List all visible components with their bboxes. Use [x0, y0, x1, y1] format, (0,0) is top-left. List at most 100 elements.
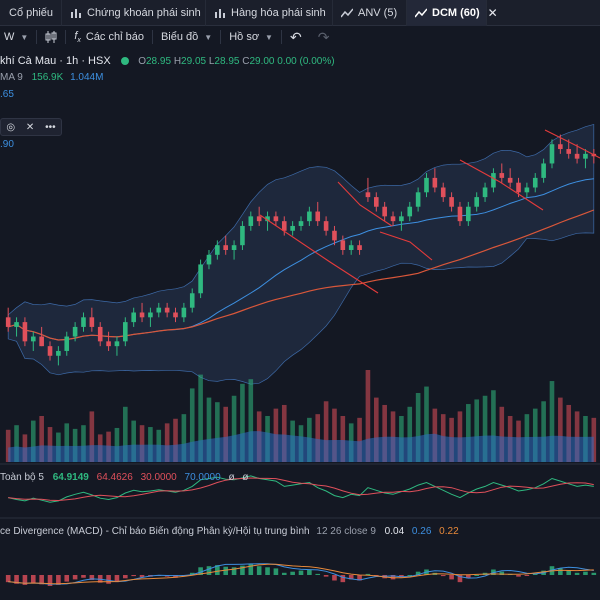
rsi-extra-2: ø	[242, 472, 249, 483]
rsi-extra-1: ø	[228, 472, 235, 483]
macd-signal-value: 0.22	[439, 526, 459, 537]
candle-body	[457, 206, 463, 222]
market-status-indicator	[121, 57, 130, 66]
macd-histogram-bar	[123, 575, 128, 579]
ohlc-legend: khí Cà Mau · 1h · HSX O28.95 H29.05 L28.…	[0, 55, 335, 67]
candle-body	[307, 211, 312, 222]
target-icon[interactable]: ◎	[6, 122, 15, 133]
macd-line-value: 0.26	[411, 526, 432, 537]
macd-histogram-bar	[558, 568, 563, 575]
candle-body	[583, 153, 588, 159]
low-value: 28.95	[214, 56, 240, 67]
candle-body	[348, 245, 354, 250]
candle-body	[432, 177, 438, 188]
drawing-tools[interactable]: ◎ ✕ •••	[0, 118, 62, 136]
close-value: 29.00	[249, 56, 275, 67]
candle-body	[56, 350, 61, 356]
candle-body	[558, 144, 563, 150]
macd-histogram-bar	[449, 575, 454, 580]
candle-body	[256, 216, 262, 222]
candle-body	[47, 346, 53, 356]
volume-ma-value: 1.044M	[70, 72, 104, 83]
ma-label: MA 9	[0, 72, 23, 83]
candle-body	[156, 307, 162, 313]
candle-body	[206, 254, 212, 265]
candle-body	[499, 173, 505, 178]
candle-body	[332, 230, 337, 241]
candle-body	[516, 182, 521, 193]
candle-body	[81, 317, 86, 327]
close-icon[interactable]: ✕	[26, 122, 34, 133]
candle-body	[574, 153, 580, 159]
macd-histogram-bar	[574, 572, 580, 575]
change-value: 0.00 (0.00%)	[277, 56, 335, 67]
macd-histogram-bar	[323, 575, 329, 577]
macd-histogram-bar	[516, 575, 521, 577]
price-chart[interactable]	[0, 0, 600, 600]
candle-body	[5, 317, 11, 327]
macd-params: 12 26 close 9	[316, 526, 376, 537]
candle-body	[323, 221, 329, 231]
candle-body	[30, 336, 36, 342]
candle-body	[482, 187, 488, 198]
candle-body	[424, 177, 429, 193]
macd-histogram-bar	[64, 575, 70, 582]
candle-body	[298, 221, 304, 226]
macd-histogram-bar	[106, 575, 111, 584]
price-label: .65	[0, 89, 14, 100]
symbol-title: khí Cà Mau · 1h · HSX	[0, 55, 111, 67]
candle-body	[290, 225, 295, 231]
rsi-value: 64.9149	[52, 472, 89, 483]
candle-body	[549, 144, 555, 164]
candle-body	[507, 177, 513, 183]
candle-body	[22, 322, 28, 342]
rsi-legend: Toàn bộ 5 64.9149 64.4626 30.0000 70.000…	[0, 472, 248, 483]
macd-histogram-bar	[5, 575, 11, 583]
candle-body	[466, 206, 471, 222]
candle-body	[541, 163, 546, 178]
macd-histogram-bar	[298, 570, 304, 575]
rsi-lower-band: 30.0000	[140, 472, 177, 483]
candle-body	[407, 206, 413, 217]
candle-body	[131, 312, 136, 323]
candle-body	[139, 312, 145, 318]
candle-body	[39, 336, 44, 347]
high-value: 29.05	[181, 56, 207, 67]
candle-body	[223, 245, 229, 250]
candle-body	[173, 312, 178, 318]
candle-body	[373, 197, 379, 207]
candle-body	[72, 326, 78, 337]
candle-body	[181, 307, 187, 318]
macd-histogram-bar	[206, 566, 212, 575]
candle-body	[248, 216, 254, 226]
candle-body	[281, 221, 287, 231]
candle-body	[532, 177, 538, 188]
candle-body	[164, 307, 170, 313]
more-icon[interactable]: •••	[45, 122, 56, 133]
volume-value: 156.9K	[31, 72, 64, 83]
candle-body	[399, 216, 404, 222]
macd-histogram-bar	[131, 575, 136, 577]
macd-histogram-bar	[273, 568, 279, 575]
candle-body	[198, 264, 203, 294]
candle-body	[64, 336, 70, 351]
candle-body	[357, 245, 362, 250]
candle-body	[524, 187, 530, 193]
candle-body	[273, 216, 279, 222]
price-label: .90	[0, 139, 14, 150]
macd-histogram-bar	[256, 566, 262, 575]
candle-body	[415, 192, 421, 207]
candle-body	[390, 216, 396, 222]
candle-body	[215, 245, 220, 255]
candle-body	[14, 322, 19, 327]
macd-histogram-bar	[340, 575, 346, 583]
macd-legend: ce Divergence (MACD) - Chỉ báo Biến động…	[0, 526, 459, 537]
candle-body	[566, 149, 572, 154]
candle-body	[449, 197, 454, 207]
candle-body	[474, 197, 479, 207]
macd-histogram-bar	[583, 571, 588, 575]
candle-body	[240, 225, 245, 246]
candle-body	[231, 245, 237, 250]
bollinger-band	[7, 123, 595, 385]
candle-body	[189, 293, 195, 308]
